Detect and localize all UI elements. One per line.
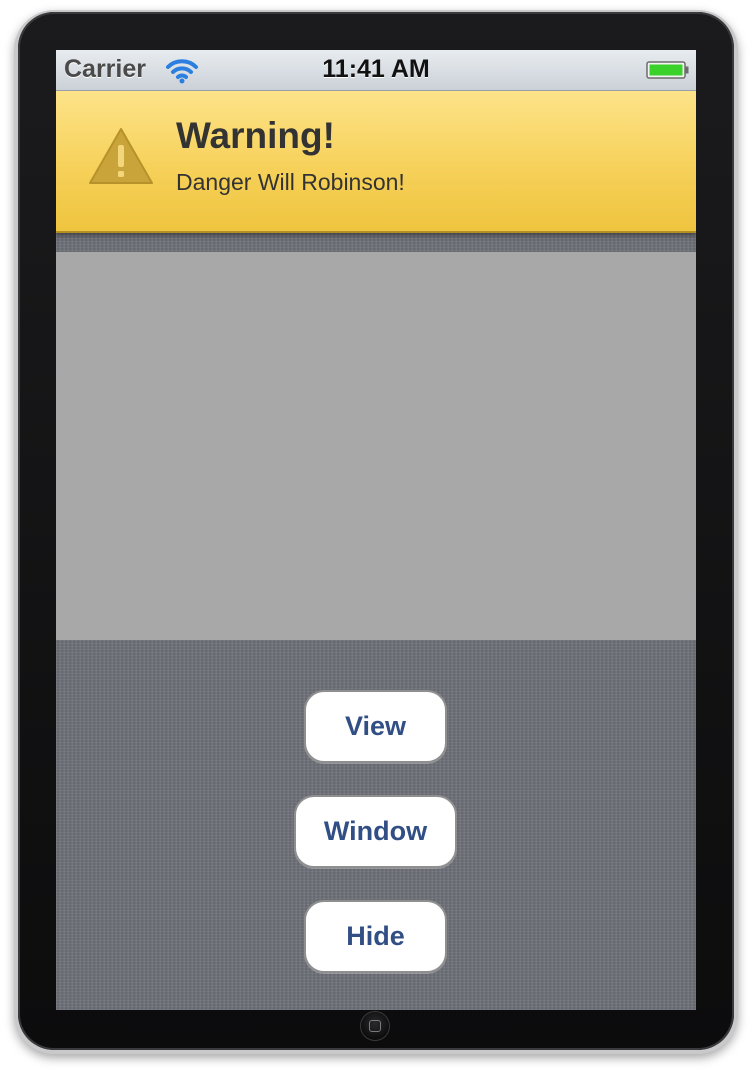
home-button[interactable] — [361, 1012, 389, 1040]
warning-title: Warning! — [176, 115, 335, 156]
warning-banner: Warning! Danger Will Robinson! — [56, 91, 696, 233]
status-bar: Carrier 11:41 AM — [56, 50, 696, 91]
gray-content-view — [56, 252, 696, 640]
status-time: 11:41 AM — [322, 55, 430, 83]
home-square-icon — [369, 1020, 381, 1032]
warning-message: Danger Will Robinson! — [176, 169, 405, 195]
warning-triangle-icon — [86, 125, 156, 187]
window-button[interactable]: Window — [294, 795, 457, 868]
hide-button[interactable]: Hide — [304, 900, 447, 973]
screen: Carrier 11:41 AM Warning! Danger Will Ro… — [56, 50, 696, 1010]
battery-full-icon — [646, 60, 690, 80]
view-button[interactable]: View — [304, 690, 447, 763]
